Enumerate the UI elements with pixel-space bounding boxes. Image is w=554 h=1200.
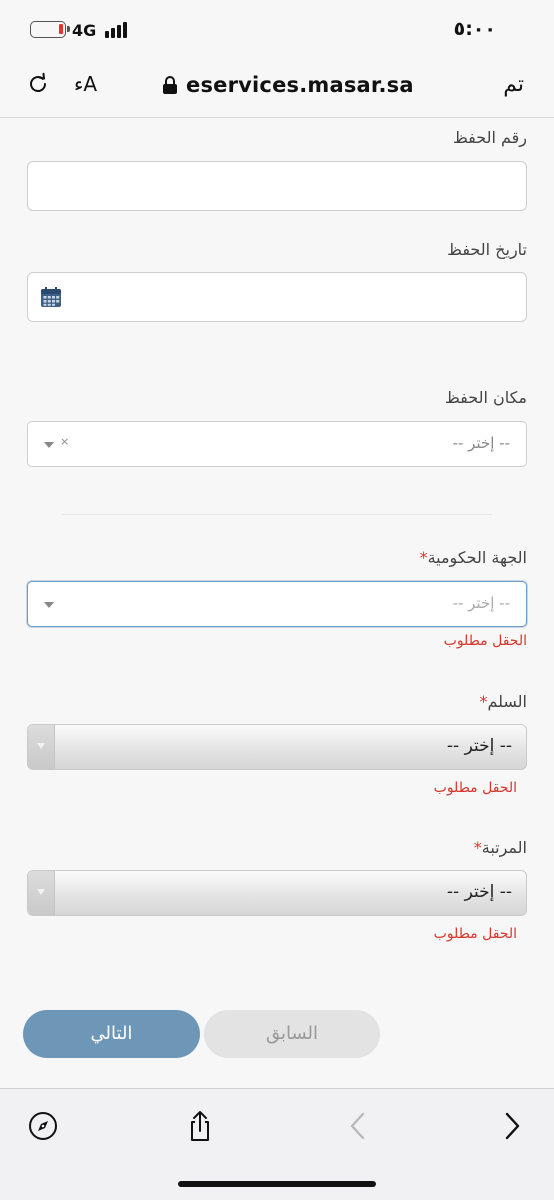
rank-error: الحقل مطلوب [433, 926, 517, 942]
ladder-label: السلم* [475, 692, 527, 711]
gov-entity-placeholder: -- إختر -- [452, 594, 510, 612]
ladder-label-text: السلم [487, 692, 527, 711]
rank-select[interactable]: -- إختر -- [27, 870, 527, 916]
signal-icon [105, 22, 129, 38]
url-field[interactable]: eservices.masar.sa [162, 71, 414, 99]
save-date-input[interactable] [27, 272, 527, 322]
rank-value: -- إختر -- [446, 882, 512, 902]
save-number-label: رقم الحفظ [452, 128, 527, 147]
form-area: رقم الحفظ تاريخ الحفظ مكان الحفظ -- إختر… [0, 118, 554, 1088]
next-button[interactable]: التالي [23, 1010, 200, 1058]
required-marker: * [419, 548, 428, 567]
gov-entity-label: الجهة الحكومية* [416, 548, 527, 567]
calendar-icon[interactable] [40, 286, 62, 308]
chevron-down-icon [44, 442, 54, 448]
ladder-select[interactable]: -- إختر -- [27, 724, 527, 770]
gov-entity-select[interactable]: -- إختر -- [27, 581, 527, 627]
chevron-down-icon [44, 602, 54, 608]
save-date-label: تاريخ الحفظ [447, 240, 527, 259]
chevron-down-icon [28, 871, 55, 915]
ladder-error: الحقل مطلوب [433, 780, 517, 796]
battery-icon [30, 21, 70, 38]
forward-arrow-icon[interactable] [494, 1109, 528, 1143]
compass-icon[interactable] [26, 1109, 60, 1143]
section-divider [62, 514, 492, 515]
gov-entity-label-text: الجهة الحكومية [427, 548, 527, 567]
save-number-input[interactable] [27, 161, 527, 211]
clear-icon[interactable]: × [60, 435, 69, 448]
save-place-label: مكان الحفظ [444, 388, 527, 407]
gov-entity-error: الحقل مطلوب [443, 633, 527, 649]
chevron-down-icon [28, 725, 55, 769]
network-type: 4G [72, 21, 97, 40]
home-indicator[interactable] [178, 1181, 376, 1187]
browser-toolbar [0, 1088, 554, 1200]
status-bar: 4G ٥:٠٠ [0, 0, 554, 58]
status-time: ٥:٠٠ [453, 18, 496, 40]
required-marker: * [473, 838, 482, 857]
save-place-placeholder: -- إختر -- [452, 434, 510, 452]
save-place-select[interactable]: -- إختر -- × [27, 421, 527, 467]
done-button[interactable]: تم [503, 72, 524, 97]
rank-label: المرتبة* [470, 838, 527, 857]
ladder-value: -- إختر -- [446, 736, 512, 756]
share-icon[interactable] [183, 1109, 217, 1143]
lock-icon [163, 76, 177, 94]
text-size-button[interactable]: ءA [74, 72, 97, 96]
reload-icon[interactable] [26, 71, 50, 97]
browser-address-bar: ءA eservices.masar.sa تم [0, 58, 554, 118]
url-text: eservices.masar.sa [186, 73, 414, 97]
previous-button[interactable]: السابق [204, 1010, 380, 1058]
rank-label-text: المرتبة [481, 838, 527, 857]
back-arrow-icon[interactable] [342, 1109, 376, 1143]
